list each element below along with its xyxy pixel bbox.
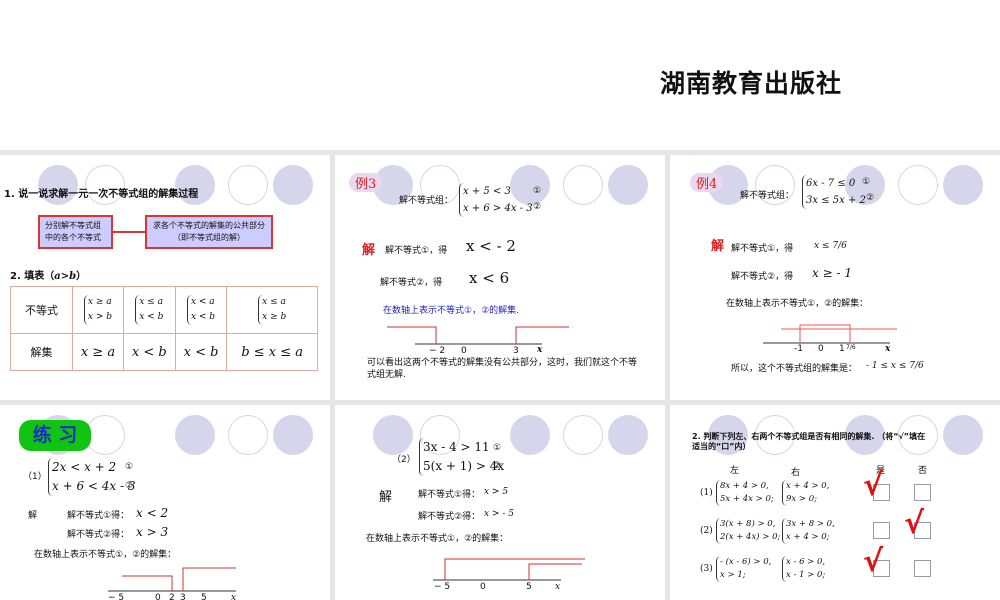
q2-text: 2. 填表（ — [10, 271, 55, 282]
checkbox-yes[interactable] — [873, 522, 890, 539]
tick-label: − 5 — [108, 593, 125, 600]
number-line — [108, 567, 236, 592]
tick-label: 5 — [526, 582, 532, 592]
ineq: x + 4 > 0, — [786, 481, 830, 491]
slide-thumbnail-2[interactable]: 例3 解不等式组： x + 5 < 3x + 6 > 4x - 3 ①② 解 解… — [335, 155, 665, 400]
tick-label: 2 — [169, 593, 175, 600]
ineq: x < b — [139, 312, 164, 322]
row-number: (1) — [700, 488, 713, 498]
table-row: 不等式 x ≥ a x > b x ≤ a x < b x < a x < b x ≤… — [10, 286, 318, 334]
right-system: x - 6 > 0, x - 1 > 0; — [782, 556, 825, 582]
tick-label: − 5 — [434, 582, 451, 592]
question-1: 1. 说一说求解一元一次不等式组的解集过程 — [4, 189, 199, 200]
ineq: x ≥ b — [262, 312, 287, 322]
decor-circle — [228, 165, 268, 205]
ineq: x ≥ a — [87, 297, 112, 307]
fill-table: 不等式 x ≥ a x > b x ≤ a x < b x < a x < b x ≤… — [10, 286, 318, 371]
tick-label: -1 — [794, 344, 803, 354]
checkbox-no[interactable] — [914, 484, 931, 501]
checkmark-icon: √ — [904, 506, 925, 541]
decor-circle — [943, 415, 983, 455]
table-row: 解集 x ≥ a x < b x < b b ≤ x ≤ a — [10, 333, 318, 371]
ineq: - (x - 6) > 0, — [720, 557, 772, 567]
column-header: 否 — [918, 466, 928, 476]
tick-label: 0 — [480, 582, 486, 592]
axis-label: x — [555, 582, 561, 592]
axis-label: x — [231, 593, 237, 600]
answer-cell: b ≤ x ≤ a — [226, 333, 318, 371]
tick-label: 5 — [201, 593, 207, 600]
conclusion: 所以，这个不等式组的解集是： — [731, 364, 858, 374]
tick-label: 1 — [839, 344, 845, 354]
publisher-title: 湖南教育出版社 — [660, 69, 843, 98]
answer-cell: x < b — [122, 333, 176, 371]
ineq: x > 1; — [720, 570, 746, 580]
left-system: 8x + 4 > 0, 5x + 4x > 0; — [716, 480, 774, 506]
left-system: 3(x + 8) > 0, 2(x + 4x) > 0; — [716, 518, 780, 544]
tick-label: − 2 — [429, 346, 446, 356]
tick-label: 3 — [513, 346, 519, 356]
ineq: 8x + 4 > 0, — [720, 481, 769, 491]
checkbox-no[interactable] — [914, 560, 931, 577]
arrow — [113, 231, 145, 233]
slide-thumbnail-1[interactable]: 1. 说一说求解一元一次不等式组的解集过程 分别解不等式组中的各个不等式 求各个… — [0, 155, 330, 400]
slide-thumbnail-4[interactable]: 练 习 （1） 2x < x + 2x + 6 < 4x - 3 ①② 解 解不… — [0, 405, 330, 600]
checkmark-icon: √ — [863, 468, 884, 503]
row-number: (3) — [700, 564, 713, 574]
ineq: 2(x + 4x) > 0; — [720, 532, 781, 542]
row-number: (2) — [700, 526, 713, 536]
ineq: x - 1 > 0; — [786, 570, 826, 580]
ineq: 5x + 4x > 0; — [720, 494, 774, 504]
ineq: x - 6 > 0, — [786, 557, 826, 567]
right-system: x + 4 > 0, 9x > 0; — [782, 480, 829, 506]
number-line — [433, 558, 585, 581]
question-2: 2. 填表（a>b） — [10, 267, 86, 282]
ineq: x + 4 > 0; — [786, 532, 830, 542]
table-cell: x ≤ a x < b — [122, 286, 176, 334]
right-system: 3x + 8 > 0, x + 4 > 0; — [782, 518, 835, 544]
q2-condition: a>b — [54, 271, 77, 282]
final-answer: - 1 ≤ x ≤ 7/6 — [866, 361, 924, 371]
axis-label: x — [885, 344, 891, 354]
column-header: 右 — [791, 468, 801, 478]
table-cell: x ≤ a x ≥ b — [226, 286, 318, 334]
column-header: 左 — [730, 466, 740, 476]
table-cell: x ≥ a x > b — [72, 286, 124, 334]
q2-end: ） — [76, 271, 87, 282]
ineq: x > b — [87, 312, 113, 322]
step-box-1: 分别解不等式组中的各个不等式 — [38, 215, 113, 249]
slide-thumbnail-6[interactable]: 2. 判断下列左、右两个不等式组是否有相同的解集. （将“√”填在适当的“口”内… — [670, 405, 1000, 600]
table-cell: x < a x < b — [174, 286, 228, 334]
decor-circle — [273, 165, 313, 205]
ineq: 3(x + 8) > 0, — [720, 519, 776, 529]
ineq: x < b — [190, 312, 216, 322]
header: 湖南教育出版社 — [0, 0, 1000, 150]
ineq: x ≤ a — [139, 297, 163, 307]
checkmark-icon: √ — [863, 544, 884, 579]
slide-thumbnail-3[interactable]: 例4 解不等式组： 6x - 7 ≤ 0 3x ≤ 5x + 2 ①② 解 解不等… — [670, 155, 1000, 400]
row-label: 解集 — [10, 333, 73, 371]
conclusion: 可以看出这两个不等式的解集没有公共部分，这时，我们就这个不等式组无解. — [367, 358, 638, 380]
tick-label: 3 — [180, 593, 186, 600]
ineq: x < a — [190, 297, 215, 307]
ineq: 9x > 0; — [786, 494, 817, 504]
step-box-2: 求各个不等式的解集的公共部分（即不等式组的解） — [145, 215, 273, 249]
tick-label: 0 — [818, 344, 824, 354]
ineq: 3x + 8 > 0, — [786, 519, 835, 529]
left-system: - (x - 6) > 0, x > 1; — [716, 556, 771, 582]
row-label: 不等式 — [10, 286, 73, 334]
answer-cell: x ≥ a — [72, 333, 124, 371]
tick-label: 0 — [461, 346, 467, 356]
answer-cell: x < b — [174, 333, 228, 371]
question-title: 2. 判断下列左、右两个不等式组是否有相同的解集. （将“√”填在适当的“口”内… — [692, 432, 926, 451]
ineq: x ≤ a — [262, 297, 286, 307]
slide-thumbnail-5[interactable]: （2） 3x - 4 > 11 5(x + 1) > 4x ①② 解 解不等式①得… — [335, 405, 665, 600]
axis-label: x — [537, 345, 543, 355]
tick-label: 0 — [155, 593, 161, 600]
tick-label: 7/6 — [846, 344, 856, 351]
